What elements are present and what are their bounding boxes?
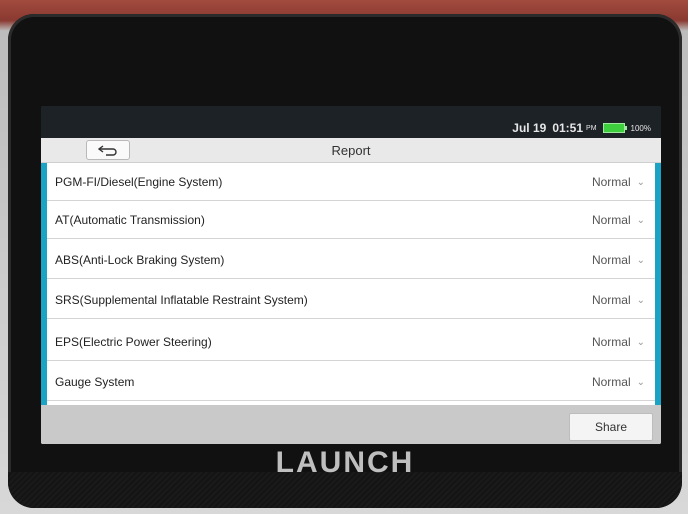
title-bar: Report	[41, 138, 661, 163]
status-value: Normal	[591, 253, 631, 267]
status-value: Normal	[591, 375, 631, 389]
device-screen: Jul 19 01:51 PM 100% Report PGM-FI/Diese…	[41, 106, 661, 444]
status-value: Normal	[591, 293, 631, 307]
system-row[interactable]: PGM-FI/Diesel(Engine System) Normal ⌄	[47, 163, 655, 201]
system-row[interactable]: SRS(Supplemental Inflatable Restraint Sy…	[47, 281, 655, 319]
status-value: Normal	[591, 335, 631, 349]
system-name: SRS(Supplemental Inflatable Restraint Sy…	[55, 293, 308, 307]
system-name: PGM-FI/Diesel(Engine System)	[55, 175, 223, 189]
system-name: AT(Automatic Transmission)	[55, 213, 205, 227]
status-group: Jul 19 01:51 PM 100%	[512, 121, 651, 135]
system-name: ABS(Anti-Lock Braking System)	[55, 253, 225, 267]
system-list: PGM-FI/Diesel(Engine System) Normal ⌄ AT…	[47, 163, 655, 405]
footer-bar: Share	[41, 405, 661, 444]
system-row[interactable]: AT(Automatic Transmission) Normal ⌄	[47, 201, 655, 239]
battery-percent: 100%	[630, 123, 651, 133]
status-dropdown[interactable]: Normal ⌄	[592, 253, 645, 267]
battery-icon	[602, 123, 627, 133]
report-app: Report PGM-FI/Diesel(Engine System) Norm…	[41, 138, 661, 444]
chevron-down-icon: ⌄	[636, 294, 645, 306]
chevron-down-icon: ⌄	[636, 214, 645, 226]
device-brand-logo: LAUNCH	[275, 446, 415, 479]
status-dropdown[interactable]: Normal ⌄	[592, 293, 645, 307]
status-time: 01:51	[552, 121, 584, 135]
status-value: Normal	[591, 213, 631, 227]
system-row[interactable]: ABS(Anti-Lock Braking System) Normal ⌄	[47, 241, 655, 279]
system-list-container: PGM-FI/Diesel(Engine System) Normal ⌄ AT…	[41, 163, 661, 405]
scan-tool-device: LAUNCH Jul 19 01:51 PM 100% Report PGM-F…	[8, 14, 682, 508]
status-date: Jul 19	[512, 121, 547, 135]
status-ampm: PM	[586, 124, 597, 132]
system-row[interactable]: EPS(Electric Power Steering) Normal ⌄	[47, 323, 655, 361]
system-name: EPS(Electric Power Steering)	[55, 335, 212, 349]
page-title: Report	[331, 143, 371, 158]
chevron-down-icon: ⌄	[636, 336, 645, 348]
status-dropdown[interactable]: Normal ⌄	[592, 175, 645, 189]
system-name: Gauge System	[55, 375, 135, 389]
status-value: Normal	[591, 175, 631, 189]
status-dropdown[interactable]: Normal ⌄	[592, 375, 645, 389]
chevron-down-icon: ⌄	[636, 176, 645, 188]
share-button[interactable]: Share	[569, 413, 653, 441]
status-dropdown[interactable]: Normal ⌄	[592, 213, 645, 227]
chevron-down-icon: ⌄	[636, 254, 645, 266]
chevron-down-icon: ⌄	[636, 376, 645, 388]
status-dropdown[interactable]: Normal ⌄	[592, 335, 645, 349]
status-bar: Jul 19 01:51 PM 100%	[41, 106, 661, 138]
system-row[interactable]: Gauge System Normal ⌄	[47, 363, 655, 401]
